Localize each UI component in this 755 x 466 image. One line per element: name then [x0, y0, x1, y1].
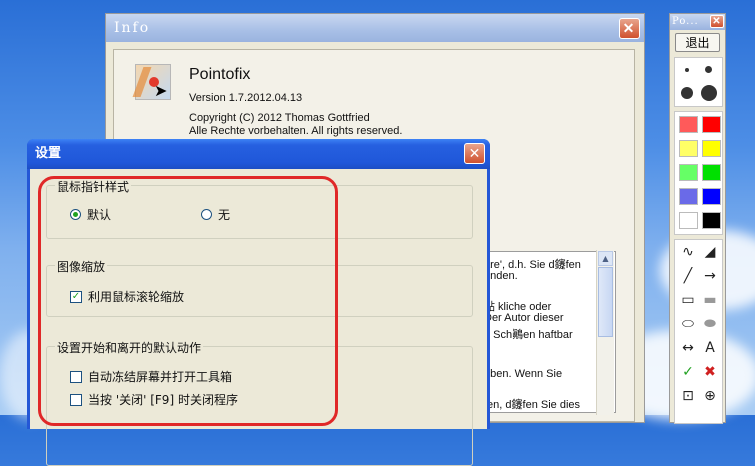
double-arrow-icon[interactable]: ↔	[678, 340, 698, 357]
license-scrollbar[interactable]: ▲	[596, 250, 614, 415]
info-title-bar[interactable]: Info ✕	[106, 14, 644, 42]
color-palette	[674, 111, 723, 235]
filled-ellipse-icon[interactable]: ⬬	[700, 316, 720, 333]
license-text-line: ten, d鑳fen Sie dies	[484, 399, 581, 411]
settings-close-button[interactable]: ✕	[464, 143, 485, 164]
tools-panel: ∿ ◢ ╱ → ▭ ▬ ⬭ ⬬ ↔ A ✓ ✖ ⊡ ⊕	[674, 239, 723, 424]
app-version: Version 1.7.2012.04.13	[189, 92, 303, 104]
brush-size-4[interactable]	[701, 85, 717, 101]
toolbar-window: Po... ✕ 退出 ∿ ◢ ╱ → ▭ ▬ ⬭ ⬬ ↔ A ✓ ✖ ⊡ ⊕	[669, 13, 726, 424]
brush-size-3[interactable]	[681, 87, 693, 99]
info-title: Info	[114, 20, 151, 36]
color-swatch[interactable]	[679, 212, 698, 229]
color-swatch[interactable]	[679, 164, 698, 181]
color-swatch[interactable]	[702, 140, 721, 157]
license-text-line: n Sch鷆en haftbar	[484, 329, 573, 341]
cross-icon[interactable]: ✖	[700, 364, 720, 381]
app-rights: Alle Rechte vorbehalten. All rights rese…	[189, 125, 403, 137]
color-swatch[interactable]	[679, 188, 698, 205]
exit-button[interactable]: 退出	[675, 33, 720, 52]
brush-size-panel	[674, 57, 723, 107]
settings-title: 设置	[35, 146, 62, 161]
rectangle-icon[interactable]: ▭	[678, 292, 698, 309]
brush-size-2[interactable]	[705, 66, 712, 73]
scroll-thumb[interactable]	[598, 267, 613, 337]
app-name: Pointofix	[189, 66, 251, 83]
eraser-icon[interactable]: ◢	[700, 244, 720, 261]
license-text-line: Der Autor dieser	[484, 312, 564, 324]
ellipse-icon[interactable]: ⬭	[678, 316, 698, 333]
color-swatch[interactable]	[702, 116, 721, 133]
toolbar-close-button[interactable]: ✕	[710, 15, 724, 28]
toolbar-title-bar[interactable]: Po... ✕	[670, 14, 725, 30]
filled-rectangle-icon[interactable]: ▬	[700, 292, 720, 309]
color-swatch[interactable]	[702, 188, 721, 205]
freehand-icon[interactable]: ∿	[678, 244, 698, 261]
toolbar-title: Po...	[672, 16, 699, 27]
line-icon[interactable]: ╱	[678, 268, 698, 285]
color-swatch[interactable]	[702, 164, 721, 181]
red-highlight-annotation	[38, 176, 338, 426]
license-text-line: eben. Wenn Sie	[484, 368, 563, 380]
check-icon[interactable]: ✓	[678, 364, 698, 381]
app-copyright: Copyright (C) 2012 Thomas Gottfried	[189, 112, 370, 124]
text-icon[interactable]: A	[700, 340, 720, 357]
scroll-up-icon[interactable]: ▲	[598, 251, 613, 266]
app-logo-icon: ➤	[132, 64, 171, 100]
brush-size-1[interactable]	[685, 68, 689, 72]
color-swatch[interactable]	[702, 212, 721, 229]
color-swatch[interactable]	[679, 116, 698, 133]
settings-title-bar[interactable]: 设置 ✕	[27, 139, 490, 169]
color-swatch[interactable]	[679, 140, 698, 157]
arrow-icon[interactable]: →	[700, 268, 720, 285]
zoom-icon[interactable]: ⊕	[700, 388, 720, 405]
crop-icon[interactable]: ⊡	[678, 388, 698, 405]
info-close-button[interactable]: ✕	[619, 18, 640, 39]
